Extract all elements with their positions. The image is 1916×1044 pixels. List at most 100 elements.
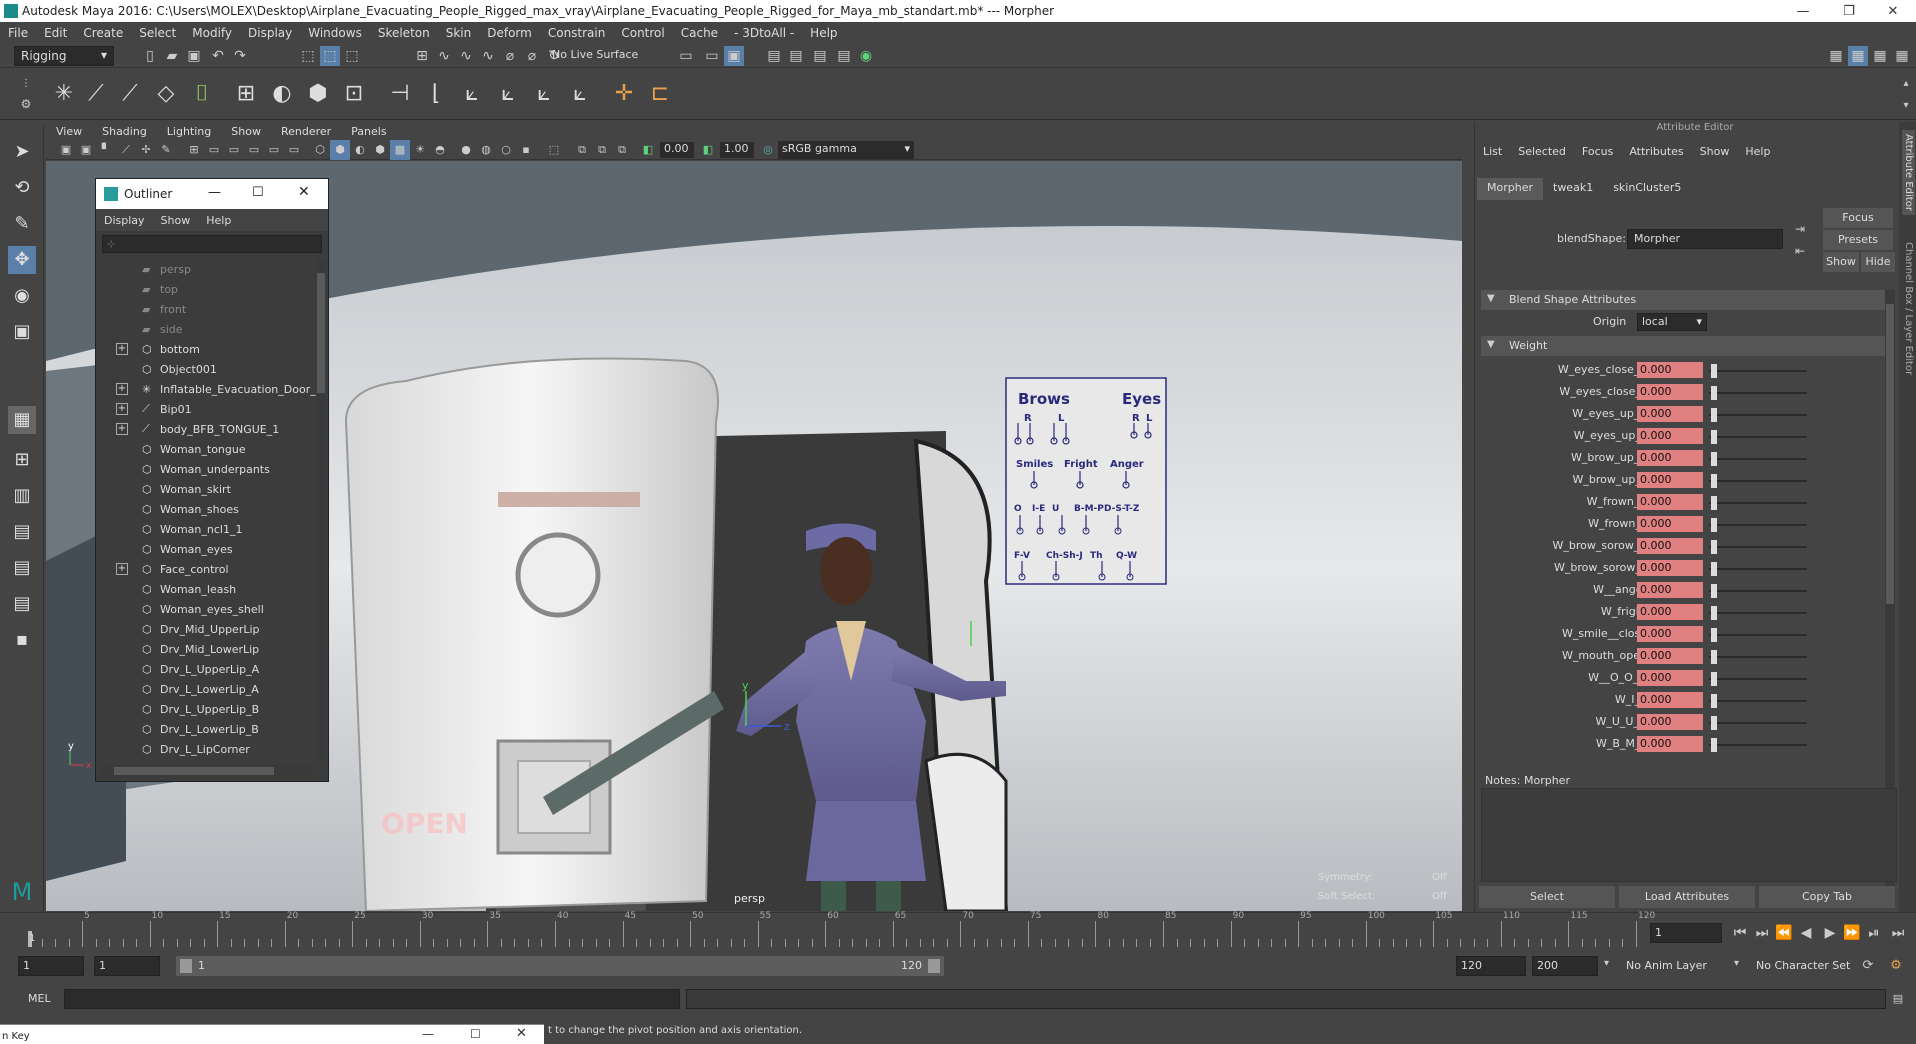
smooth-shade-icon[interactable]: ⬢ [330,140,350,160]
time-slider[interactable]: 5 10 15 20 25 30 35 40 45 50 55 60 65 70 75 80 85 90 95 100… [0,911,1916,950]
partial-maximize-icon[interactable]: ☐ [470,1027,481,1041]
weight-value-field[interactable]: 0.000 [1637,450,1703,466]
weight-value-field[interactable]: 0.000 [1637,516,1703,532]
redo-icon[interactable]: ↷ [230,46,250,66]
outliner-item[interactable]: ▰ persp [96,259,316,279]
layout-tool-icon[interactable]: ▦ [1892,46,1912,66]
weight-slider[interactable] [1709,370,1807,372]
weight-value-field[interactable]: 0.000 [1637,604,1703,620]
step-back-key-icon[interactable]: ⏭ [1752,923,1772,943]
go-to-end-icon[interactable]: ⏭ [1888,923,1908,943]
outliner-item[interactable]: ⬡ Drv_Mid_UpperLip [96,619,316,639]
input-ops-icon[interactable]: ▭ [676,46,696,66]
color-management-icon[interactable]: ◎ [758,140,778,160]
gamma-field[interactable]: 1.00 [720,142,754,158]
weight-slider-handle[interactable] [1711,606,1717,620]
lasso-tool-icon[interactable]: ⟲ [8,174,36,202]
xray-icon[interactable]: ⧉ [572,140,592,160]
weight-slider-handle[interactable] [1711,584,1717,598]
range-start-handle[interactable] [180,959,192,973]
outliner-item[interactable]: ⬡ Woman_leash [96,579,316,599]
textured-icon[interactable]: ▩ [390,140,410,160]
weight-value-field[interactable]: 0.000 [1637,538,1703,554]
persp-outliner-icon[interactable]: ▥ [8,482,36,510]
layout-channel-icon[interactable]: ▦ [1870,46,1890,66]
outliner-search-input[interactable]: ⊹ [102,235,322,253]
weight-slider[interactable] [1709,502,1807,504]
playback-start-field[interactable]: 1 [94,956,160,976]
render-settings-icon[interactable]: ▣ [724,46,744,66]
weight-value-field[interactable]: 0.000 [1637,560,1703,576]
set-driven-key-icon[interactable]: ⊏ [644,78,676,110]
chevron-down-icon[interactable]: ▾ [1734,958,1739,969]
minimize-button[interactable]: — [1780,0,1826,22]
expand-icon[interactable]: + [116,423,128,435]
weight-slider-handle[interactable] [1711,496,1717,510]
point-constraint-icon[interactable]: ⌊ [420,78,452,110]
select-object-icon[interactable]: ⬚ [320,46,340,66]
ipr-render-icon[interactable]: ▤ [810,46,830,66]
menu-file[interactable]: File [0,26,36,40]
render-view-icon[interactable]: ▤ [764,46,784,66]
viewport-menu-panels[interactable]: Panels [341,125,396,138]
move-tool-icon[interactable]: ✥ [8,246,36,274]
anti-alias-icon[interactable]: ○ [496,140,516,160]
blend-shape-section-header[interactable]: ▼ Blend Shape Attributes [1481,290,1889,310]
cluster-icon[interactable]: ◐ [266,78,298,110]
snap-point-icon[interactable]: ∿ [456,46,476,66]
ae-menu-attributes[interactable]: Attributes [1621,142,1691,162]
ae-menu-selected[interactable]: Selected [1510,142,1574,162]
film-gate-icon[interactable]: ▭ [204,140,224,160]
menu-display[interactable]: Display [240,26,300,40]
weight-slider[interactable] [1709,612,1807,614]
weight-slider[interactable] [1709,700,1807,702]
save-scene-icon[interactable]: ▣ [184,46,204,66]
expand-icon[interactable]: + [116,563,128,575]
blendshape-name-field[interactable]: Morpher [1627,229,1783,249]
orient-constraint-icon[interactable]: ⟀ [456,78,488,110]
hypershade-icon[interactable]: ◉ [856,46,876,66]
partial-minimize-icon[interactable]: — [422,1027,434,1041]
start-time-field[interactable]: 1 [18,956,84,976]
viewport-menu-renderer[interactable]: Renderer [271,125,341,138]
outliner-menu-show[interactable]: Show [153,214,199,227]
snap-curve-icon[interactable]: ∿ [434,46,454,66]
close-button[interactable]: ✕ [1870,0,1916,22]
weight-value-field[interactable]: 0.000 [1637,582,1703,598]
expand-icon[interactable]: + [116,383,128,395]
paint-select-icon[interactable]: ✎ [8,210,36,238]
playback-end-field[interactable]: 120 [1456,956,1526,976]
layout-attr-icon[interactable]: ▦ [1848,46,1868,66]
weight-value-field[interactable]: 0.000 [1637,626,1703,642]
select-hierarchy-icon[interactable]: ⬚ [298,46,318,66]
outliner-item[interactable]: ⬡ Object001 [96,359,316,379]
menu-windows[interactable]: Windows [300,26,370,40]
viewport-menu-shading[interactable]: Shading [92,125,157,138]
select-component-icon[interactable]: ⬚ [342,46,362,66]
weight-value-field[interactable]: 0.000 [1637,714,1703,730]
menu-deform[interactable]: Deform [479,26,540,40]
menu-create[interactable]: Create [75,26,131,40]
weight-value-field[interactable]: 0.000 [1637,494,1703,510]
weight-value-field[interactable]: 0.000 [1637,648,1703,664]
menu-select[interactable]: Select [131,26,184,40]
image-plane-icon[interactable]: ⟋ [116,140,136,160]
outliner-vscroll[interactable] [316,259,326,759]
mel-label[interactable]: MEL [28,992,51,1005]
presets-button[interactable]: Presets [1823,230,1893,250]
color-space-dropdown[interactable]: sRGB gamma ▾ [778,141,914,159]
outliner-item[interactable]: ▰ side [96,319,316,339]
outliner-item[interactable]: + ✳ Inflatable_Evacuation_Door_S [96,379,316,399]
weight-slider-handle[interactable] [1711,430,1717,444]
range-end-handle[interactable] [928,959,940,973]
focus-button[interactable]: Focus [1823,208,1893,228]
pole-vector-icon[interactable]: ⟀ [564,78,596,110]
expand-icon[interactable]: + [116,403,128,415]
outliner-maximize-button[interactable]: ☐ [252,185,264,200]
step-back-frame-icon[interactable]: ⏪ [1774,923,1794,943]
weight-slider[interactable] [1709,568,1807,570]
scale-constraint-icon[interactable]: ⟀ [492,78,524,110]
outliner-item[interactable]: ⬡ Woman_ncl1_1 [96,519,316,539]
outliner-item[interactable]: ⬡ Drv_L_LowerLip_B [96,719,316,739]
outliner-item[interactable]: ⬡ Drv_L_UpperLip_B [96,699,316,719]
